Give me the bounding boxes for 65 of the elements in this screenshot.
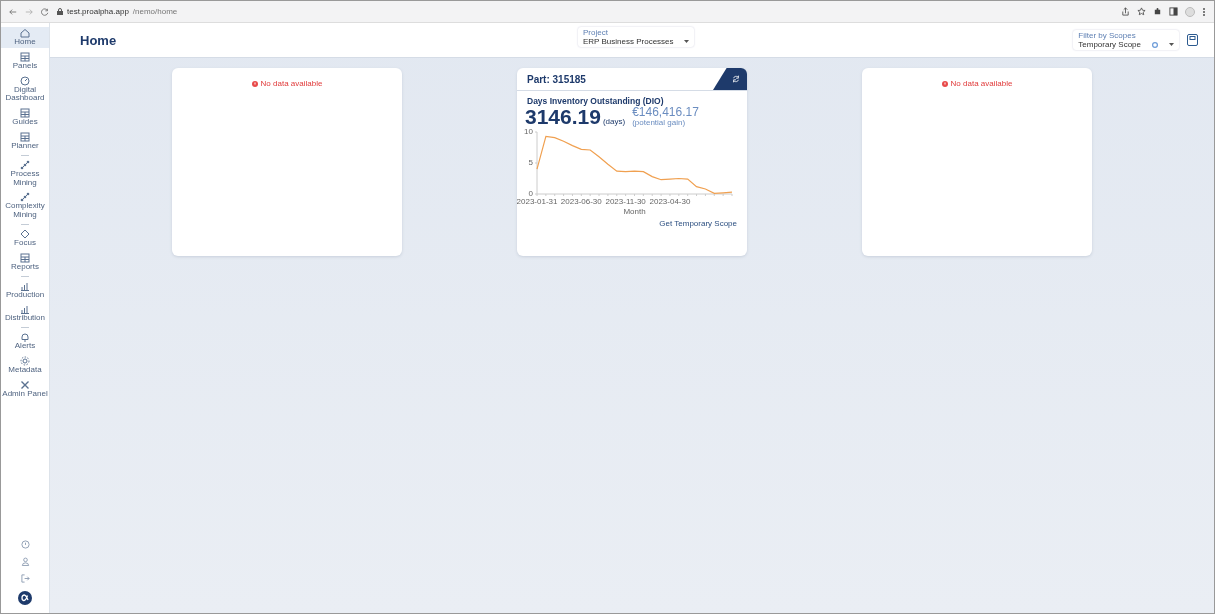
refresh-button[interactable] <box>713 68 747 90</box>
y-tick-label: 0 <box>528 189 533 198</box>
sidebar-item[interactable]: Reports <box>1 251 49 273</box>
get-scope-link[interactable]: Get Temporary Scope <box>659 219 747 228</box>
user-icon[interactable] <box>20 557 30 566</box>
star-icon[interactable] <box>1137 7 1146 16</box>
sidebar-panel-icon[interactable] <box>1169 7 1178 16</box>
kpi-value: 3146.19 <box>525 106 601 127</box>
refresh-icon <box>732 75 740 83</box>
bar-chart-icon <box>20 280 30 291</box>
x-axis-label: Month <box>623 207 646 216</box>
sidebar-item[interactable]: Process Mining <box>1 158 49 189</box>
error-icon <box>251 80 258 87</box>
y-tick-label: 5 <box>528 158 533 167</box>
sidebar-item[interactable]: Home <box>1 27 49 48</box>
part-title: Part: 315185 <box>526 73 586 85</box>
grid-icon <box>20 252 30 263</box>
save-icon[interactable] <box>1187 34 1198 46</box>
sidebar-item[interactable]: Focus <box>1 227 49 249</box>
nodes-icon <box>20 159 30 170</box>
sidebar-item[interactable]: Guides <box>1 107 49 128</box>
no-data-message: No data available <box>950 79 1013 88</box>
sidebar-item[interactable]: Admin Panel <box>1 378 49 400</box>
share-icon[interactable] <box>1121 7 1130 16</box>
home-icon <box>20 28 30 38</box>
sidebar-item[interactable]: Digital Dashboard <box>1 74 49 105</box>
address-field[interactable]: test.proalpha.app /nemo/home <box>57 7 1113 16</box>
back-icon[interactable] <box>9 7 17 16</box>
lock-icon <box>57 8 63 15</box>
no-data-message: No data available <box>260 79 323 88</box>
page-title: Home <box>80 32 117 48</box>
y-tick-label: 10 <box>524 127 533 136</box>
project-dropdown[interactable]: Project ERP Business Processes <box>578 27 694 47</box>
sidebar-item[interactable]: Metadata <box>1 354 49 376</box>
gauge-icon <box>20 75 30 86</box>
scope-filter-dropdown[interactable]: Filter by Scopes Temporary Scope <box>1073 30 1179 50</box>
sidebar-item[interactable]: Panels <box>1 50 49 72</box>
gain-label: (potential gain) <box>632 118 687 127</box>
logo-icon[interactable] <box>18 591 32 605</box>
kpi-unit: (days) <box>602 117 626 127</box>
caret-icon <box>683 40 689 43</box>
metric-title: Days Inventory Outstanding (DIO) <box>526 95 665 106</box>
logout-icon[interactable] <box>20 574 30 583</box>
gain-value: €146,416.17 <box>632 106 699 118</box>
sidebar-item[interactable]: Production <box>1 279 49 301</box>
sidebar-item[interactable]: Planner <box>1 131 49 152</box>
grid-icon <box>20 132 30 142</box>
x-tick-label: 2023-11-30 <box>605 197 646 206</box>
x-tick-label: 2023-01-31 <box>517 197 558 206</box>
caret-icon <box>1169 43 1174 46</box>
sidebar-item[interactable]: Complexity Mining <box>1 191 49 221</box>
bell-icon <box>20 332 30 343</box>
error-icon <box>941 80 948 87</box>
bar-chart-icon <box>20 304 30 315</box>
menu-icon[interactable] <box>1202 6 1206 17</box>
nodes-icon <box>20 192 30 203</box>
diamond-icon <box>20 228 30 239</box>
sidebar-item[interactable]: Alerts <box>1 331 49 352</box>
sidebar-item[interactable]: Distribution <box>1 303 49 325</box>
x-tick-label: 2023-04-30 <box>649 197 691 206</box>
x-tick-label: 2023-06-30 <box>560 197 602 206</box>
grid-icon <box>20 51 30 62</box>
grid-icon <box>20 108 30 119</box>
reload-icon[interactable] <box>41 7 49 16</box>
help-icon[interactable] <box>20 540 30 549</box>
